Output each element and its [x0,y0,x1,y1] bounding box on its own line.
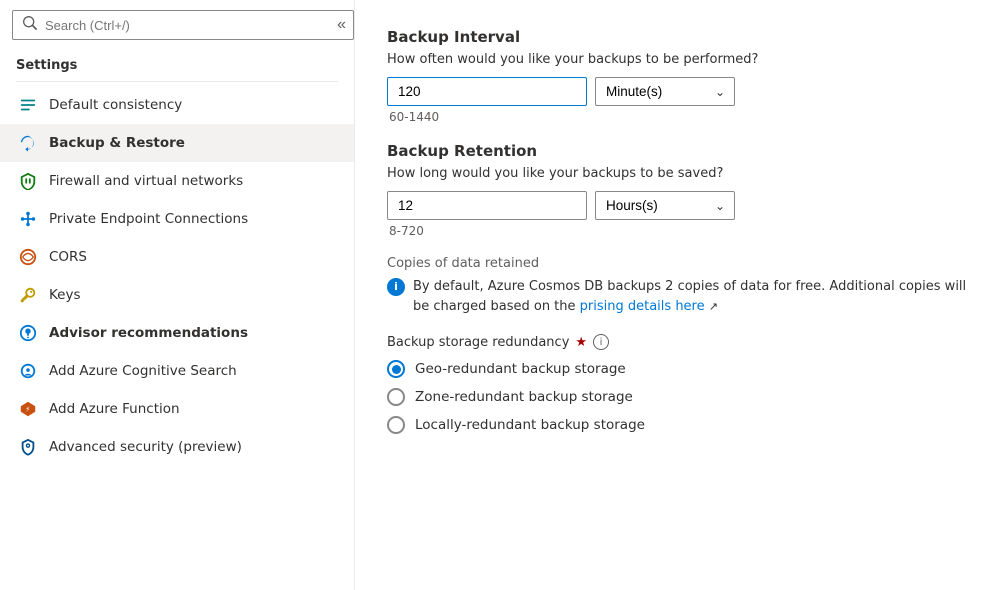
cors-icon [19,248,37,266]
sidebar-item-backup-restore[interactable]: Backup & Restore [0,124,354,162]
backup-interval-unit-select[interactable]: Minute(s) Hour(s) Day(s) [595,77,735,106]
default-consistency-icon [19,96,37,114]
sidebar-item-firewall-label: Firewall and virtual networks [49,173,243,189]
sidebar-item-azure-function[interactable]: ⚡ Add Azure Function [0,390,354,428]
redundancy-zone-radio[interactable] [387,388,405,406]
sidebar-item-cors[interactable]: CORS [0,238,354,276]
search-input[interactable] [45,18,343,33]
backup-interval-range: 60-1440 [389,110,968,124]
sidebar-item-advisor-label: Advisor recommendations [49,325,248,341]
private-endpoint-icon [19,210,37,228]
redundancy-radio-group: Geo-redundant backup storage Zone-redund… [387,360,968,434]
sidebar: « Settings Default consistency Backup & [0,0,355,590]
sidebar-scroll: Default consistency Backup & Restore Fir… [0,86,354,590]
search-bar[interactable] [12,10,354,40]
redundancy-geo-option[interactable]: Geo-redundant backup storage [387,360,968,378]
redundancy-zone-label: Zone-redundant backup storage [415,389,633,405]
redundancy-geo-label: Geo-redundant backup storage [415,361,626,377]
sidebar-divider [16,81,338,82]
sidebar-item-keys[interactable]: Keys [0,276,354,314]
sidebar-item-private-endpoint[interactable]: Private Endpoint Connections [0,200,354,238]
sidebar-item-azure-function-label: Add Azure Function [49,401,180,417]
sidebar-item-default-consistency-label: Default consistency [49,97,182,113]
copies-section: Copies of data retained i By default, Az… [387,256,968,316]
firewall-icon [19,172,37,190]
backup-retention-range: 8-720 [389,224,968,238]
sidebar-item-advanced-security[interactable]: Advanced security (preview) [0,428,354,466]
redundancy-label: Backup storage redundancy ★ i [387,334,968,350]
backup-retention-unit-select[interactable]: Hours(s) Days(s) [595,191,735,220]
sidebar-item-default-consistency[interactable]: Default consistency [0,86,354,124]
copies-info-text: By default, Azure Cosmos DB backups 2 co… [413,277,968,316]
backup-interval-title: Backup Interval [387,28,968,46]
keys-icon [19,286,37,304]
main-content: Backup Interval How often would you like… [355,0,1000,590]
info-icon: i [387,278,405,296]
redundancy-geo-radio[interactable] [387,360,405,378]
redundancy-local-label: Locally-redundant backup storage [415,417,645,433]
sidebar-item-keys-label: Keys [49,287,81,303]
backup-retention-section: Backup Retention How long would you like… [387,142,968,238]
redundancy-local-option[interactable]: Locally-redundant backup storage [387,416,968,434]
backup-interval-section: Backup Interval How often would you like… [387,28,968,124]
backup-interval-input[interactable] [387,77,587,106]
copies-info-box: i By default, Azure Cosmos DB backups 2 … [387,277,968,316]
sidebar-item-cognitive-search[interactable]: Add Azure Cognitive Search [0,352,354,390]
required-star: ★ [575,335,587,350]
sidebar-item-backup-restore-label: Backup & Restore [49,135,185,151]
redundancy-local-radio[interactable] [387,416,405,434]
svg-text:⚡: ⚡ [25,405,30,414]
sidebar-item-cognitive-search-label: Add Azure Cognitive Search [49,363,237,379]
backup-retention-inputs: Hours(s) Days(s) ⌄ [387,191,968,220]
backup-interval-subtitle: How often would you like your backups to… [387,52,968,67]
sidebar-item-cors-label: CORS [49,249,87,265]
sidebar-item-firewall[interactable]: Firewall and virtual networks [0,162,354,200]
sidebar-item-advanced-security-label: Advanced security (preview) [49,439,242,455]
sidebar-item-private-endpoint-label: Private Endpoint Connections [49,211,248,227]
collapse-button[interactable]: « [329,12,354,38]
search-icon [23,16,37,34]
external-link-icon: ↗ [709,300,718,313]
copies-label: Copies of data retained [387,256,968,271]
backup-restore-icon [19,134,37,152]
search-row: « [0,0,354,50]
cognitive-search-icon [19,362,37,380]
redundancy-section: Backup storage redundancy ★ i Geo-redund… [387,334,968,434]
backup-retention-unit-wrapper: Hours(s) Days(s) ⌄ [595,191,735,220]
redundancy-info-button[interactable]: i [593,334,609,350]
backup-retention-input[interactable] [387,191,587,220]
redundancy-zone-option[interactable]: Zone-redundant backup storage [387,388,968,406]
backup-interval-inputs: Minute(s) Hour(s) Day(s) ⌄ [387,77,968,106]
backup-retention-title: Backup Retention [387,142,968,160]
sidebar-item-advisor[interactable]: Advisor recommendations [0,314,354,352]
advisor-icon [19,324,37,342]
advanced-security-icon [19,438,37,456]
backup-interval-unit-wrapper: Minute(s) Hour(s) Day(s) ⌄ [595,77,735,106]
backup-retention-subtitle: How long would you like your backups to … [387,166,968,181]
azure-function-icon: ⚡ [19,400,37,418]
sidebar-header: Settings [0,50,354,79]
prising-details-link[interactable]: prising details here [580,299,705,314]
